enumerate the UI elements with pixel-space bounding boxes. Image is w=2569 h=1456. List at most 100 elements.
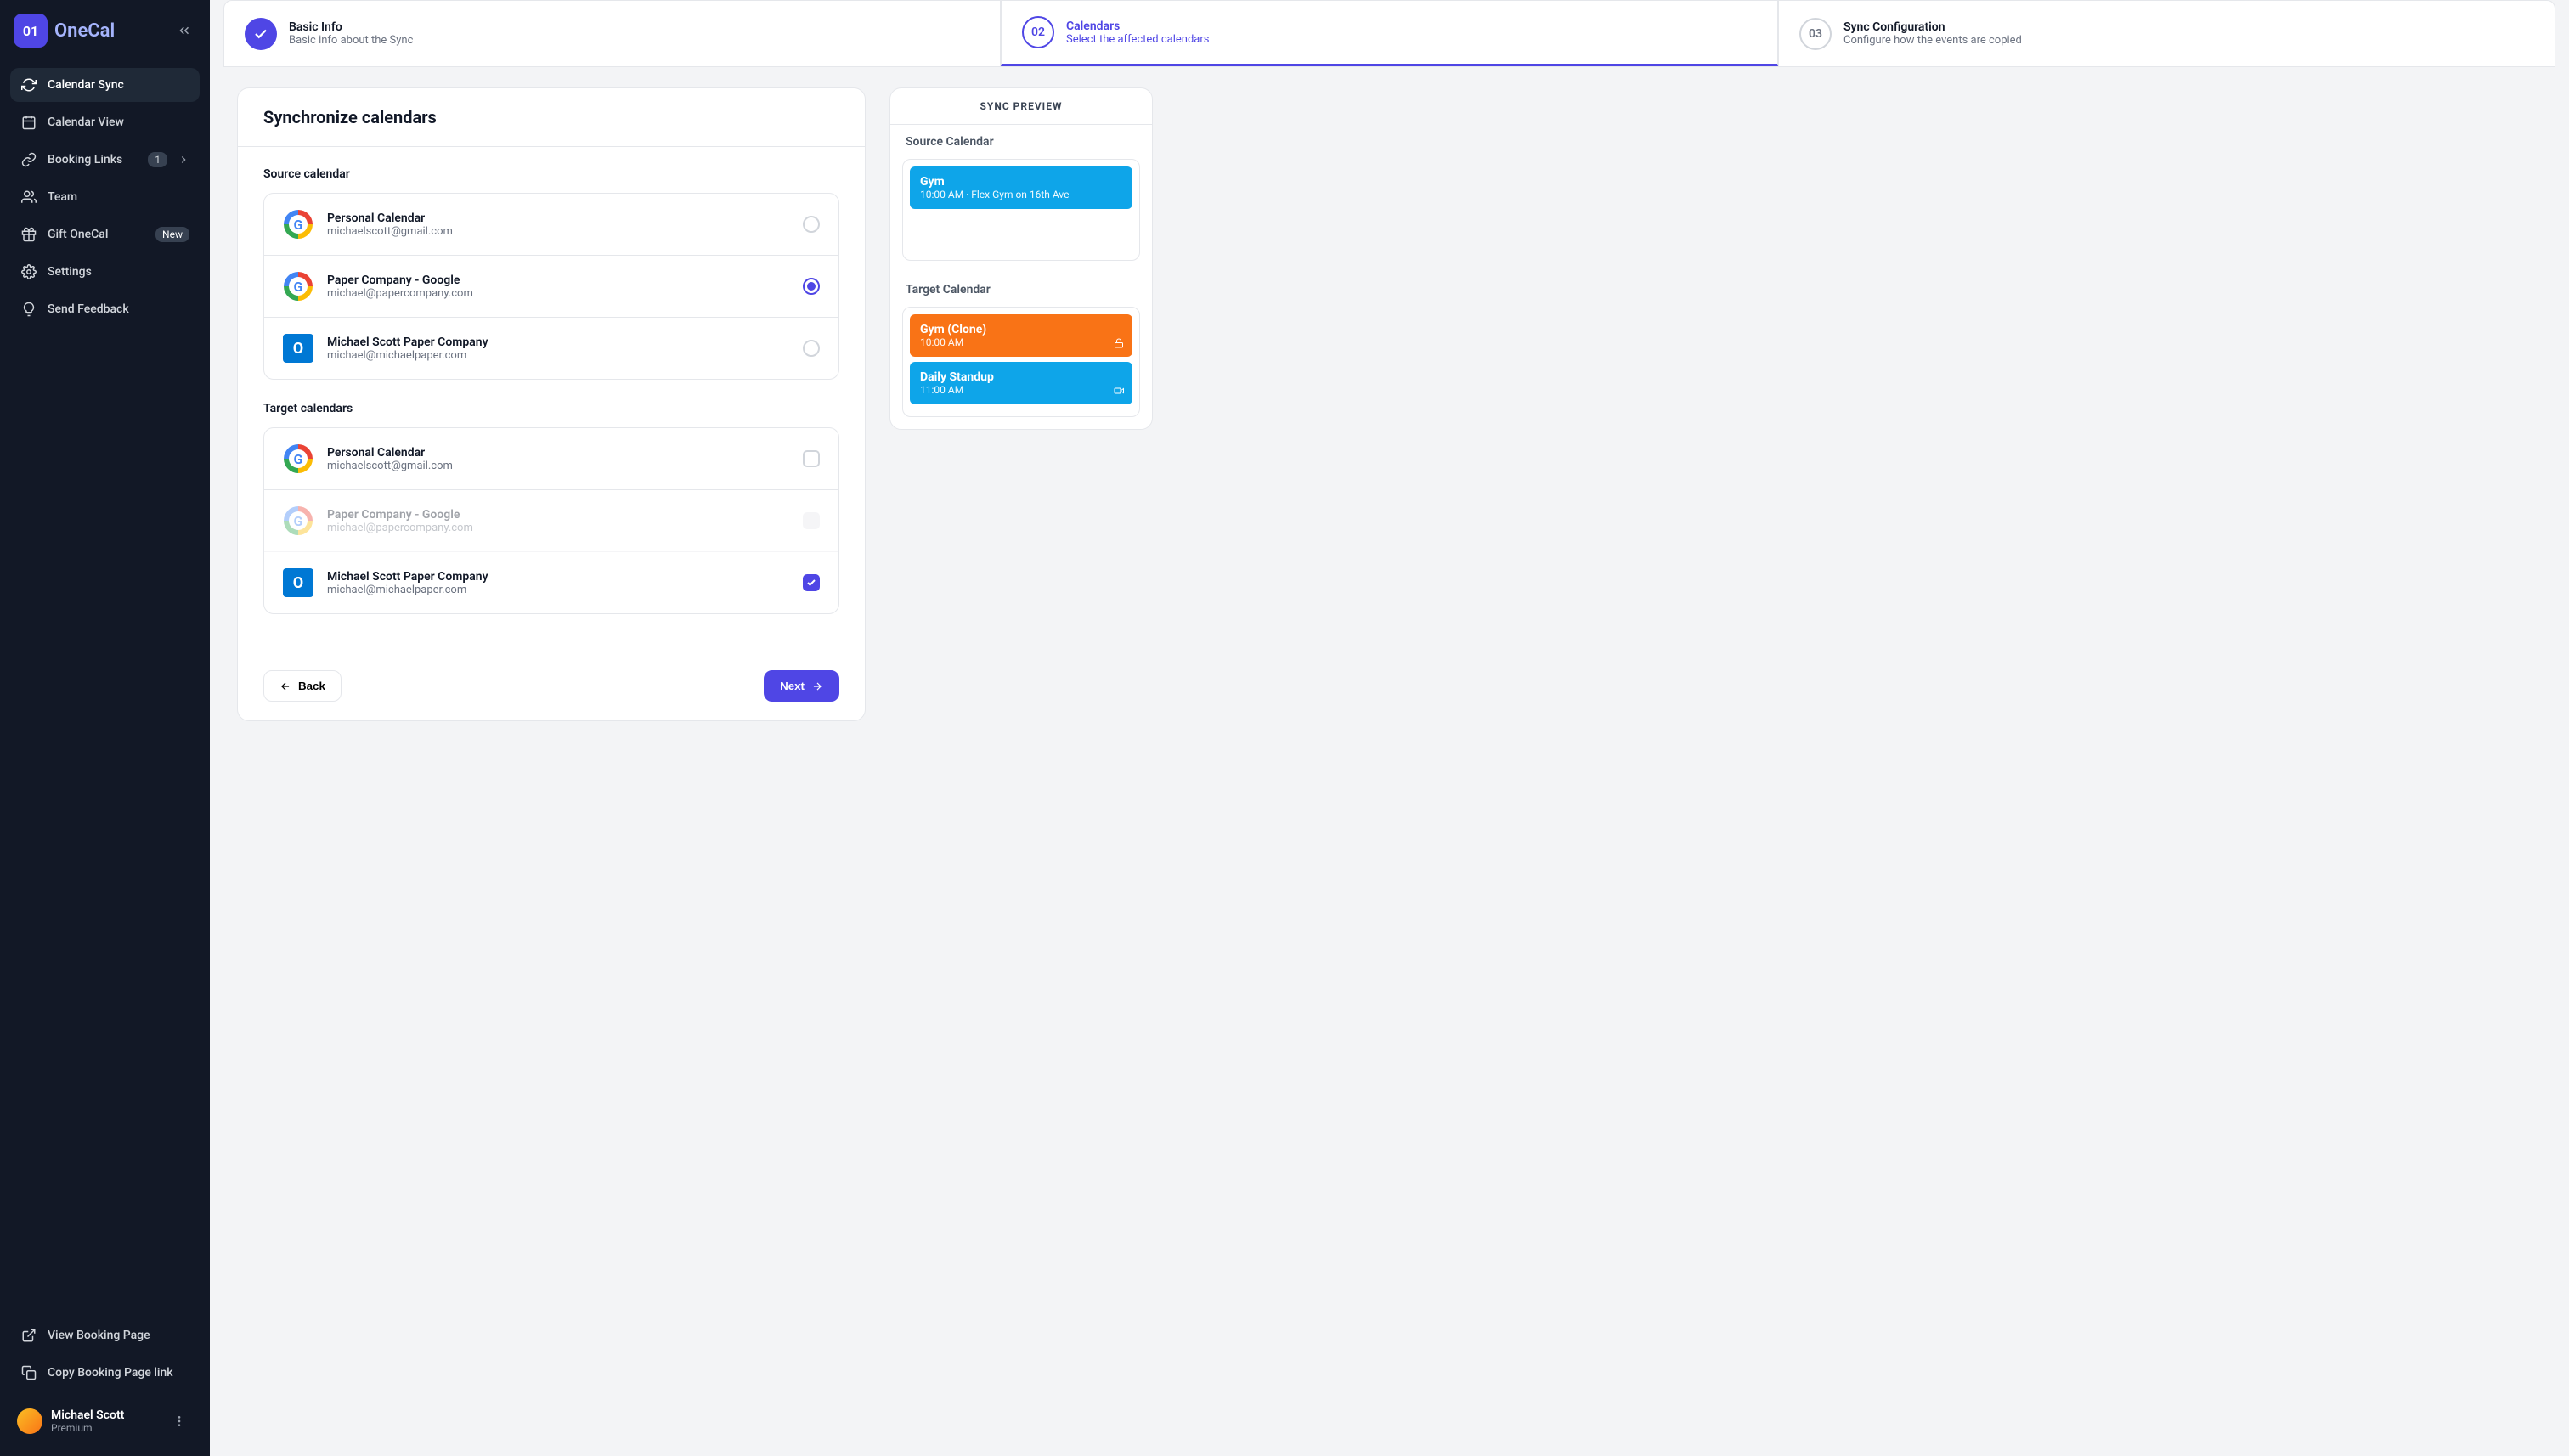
preview-header: SYNC PREVIEW bbox=[890, 88, 1152, 125]
calendar-name: Personal Calendar bbox=[327, 446, 789, 460]
preview-event: Gym 10:00 AM · Flex Gym on 16th Ave bbox=[910, 166, 1132, 209]
nav-label: Booking Links bbox=[48, 153, 138, 166]
event-subtitle: 10:00 AM bbox=[920, 336, 1122, 348]
nav-calendar-sync[interactable]: Calendar Sync bbox=[10, 68, 200, 102]
checkbox-checked[interactable] bbox=[803, 574, 820, 591]
step-desc: Basic info about the Sync bbox=[289, 34, 413, 47]
team-icon bbox=[20, 189, 37, 206]
step-desc: Select the affected calendars bbox=[1066, 33, 1209, 46]
calendar-name: Michael Scott Paper Company bbox=[327, 570, 789, 584]
nav-feedback[interactable]: Send Feedback bbox=[10, 292, 200, 326]
step-check-icon bbox=[245, 18, 277, 50]
step-title: Basic Info bbox=[289, 20, 413, 34]
copy-icon bbox=[20, 1364, 37, 1381]
nav-booking-links[interactable]: Booking Links 1 bbox=[10, 143, 200, 177]
calendar-name: Michael Scott Paper Company bbox=[327, 336, 789, 349]
nav-calendar-view[interactable]: Calendar View bbox=[10, 105, 200, 139]
gift-icon bbox=[20, 226, 37, 243]
calendar-icon bbox=[20, 114, 37, 131]
video-icon bbox=[1114, 386, 1124, 396]
source-calendar-option[interactable]: Paper Company - Google michael@papercomp… bbox=[264, 256, 838, 318]
step-title: Sync Configuration bbox=[1843, 20, 2022, 34]
main-content: Basic Info Basic info about the Sync 02 … bbox=[210, 0, 2569, 1456]
external-link-icon bbox=[20, 1327, 37, 1344]
calendar-email: michael@michaelpaper.com bbox=[327, 349, 789, 362]
event-subtitle: 10:00 AM · Flex Gym on 16th Ave bbox=[920, 189, 1122, 200]
target-calendar-option[interactable]: O Michael Scott Paper Company michael@mi… bbox=[264, 552, 838, 613]
synchronize-card: Synchronize calendars Source calendar Pe… bbox=[237, 87, 866, 721]
sidebar: 01 OneCal Calendar Sync Calendar View Bo… bbox=[0, 0, 210, 1456]
user-menu-button[interactable] bbox=[166, 1411, 193, 1431]
preview-target-box: Gym (Clone) 10:00 AM Daily Standup 11:00… bbox=[902, 307, 1140, 417]
nav-label: Calendar View bbox=[48, 116, 189, 129]
preview-source-label: Source Calendar bbox=[890, 125, 1152, 159]
step-calendars[interactable]: 02 Calendars Select the affected calenda… bbox=[1001, 0, 1778, 66]
calendar-name: Paper Company - Google bbox=[327, 508, 789, 522]
outlook-icon: O bbox=[283, 333, 313, 364]
user-name: Michael Scott bbox=[51, 1408, 124, 1422]
target-calendar-option-disabled: Paper Company - Google michael@papercomp… bbox=[264, 490, 838, 552]
nav-label: Send Feedback bbox=[48, 302, 189, 316]
calendar-name: Paper Company - Google bbox=[327, 274, 789, 287]
step-basic-info[interactable]: Basic Info Basic info about the Sync bbox=[223, 0, 1001, 66]
nav-label: Copy Booking Page link bbox=[48, 1366, 189, 1380]
nav-team[interactable]: Team bbox=[10, 180, 200, 214]
user-plan: Premium bbox=[51, 1422, 124, 1434]
calendar-email: michaelscott@gmail.com bbox=[327, 460, 789, 472]
avatar bbox=[17, 1408, 42, 1434]
next-label: Next bbox=[780, 680, 805, 692]
logo[interactable]: 01 OneCal bbox=[14, 14, 115, 48]
checkbox-disabled bbox=[803, 512, 820, 529]
preview-event: Gym (Clone) 10:00 AM bbox=[910, 314, 1132, 357]
lock-icon bbox=[1114, 338, 1124, 348]
calendar-name: Personal Calendar bbox=[327, 212, 789, 225]
next-button[interactable]: Next bbox=[764, 670, 839, 702]
booking-links-count-badge: 1 bbox=[148, 152, 167, 167]
google-icon bbox=[283, 271, 313, 302]
chevron-right-icon bbox=[178, 154, 189, 166]
nav-settings[interactable]: Settings bbox=[10, 255, 200, 289]
source-calendar-option[interactable]: Personal Calendar michaelscott@gmail.com bbox=[264, 194, 838, 256]
source-calendar-option[interactable]: O Michael Scott Paper Company michael@mi… bbox=[264, 318, 838, 379]
calendar-email: michael@papercompany.com bbox=[327, 522, 789, 534]
new-badge: New bbox=[155, 227, 189, 242]
radio-unselected[interactable] bbox=[803, 216, 820, 233]
gear-icon bbox=[20, 263, 37, 280]
radio-unselected[interactable] bbox=[803, 340, 820, 357]
collapse-sidebar-button[interactable] bbox=[172, 19, 196, 42]
outlook-icon: O bbox=[283, 567, 313, 598]
event-title: Daily Standup bbox=[920, 370, 1122, 384]
step-desc: Configure how the events are copied bbox=[1843, 34, 2022, 47]
preview-event: Daily Standup 11:00 AM bbox=[910, 362, 1132, 404]
nav-gift[interactable]: Gift OneCal New bbox=[10, 217, 200, 251]
preview-target-label: Target Calendar bbox=[890, 273, 1152, 307]
event-subtitle: 11:00 AM bbox=[920, 384, 1122, 396]
back-label: Back bbox=[298, 680, 325, 692]
nav-label: Calendar Sync bbox=[48, 78, 189, 92]
lightbulb-icon bbox=[20, 301, 37, 318]
step-number: 03 bbox=[1799, 18, 1832, 50]
radio-selected[interactable] bbox=[803, 278, 820, 295]
source-label: Source calendar bbox=[263, 167, 839, 181]
nav-copy-booking-link[interactable]: Copy Booking Page link bbox=[10, 1356, 200, 1390]
stepper: Basic Info Basic info about the Sync 02 … bbox=[223, 0, 2555, 67]
google-icon bbox=[283, 443, 313, 474]
nav-label: View Booking Page bbox=[48, 1329, 189, 1342]
calendar-email: michael@papercompany.com bbox=[327, 287, 789, 300]
google-icon bbox=[283, 209, 313, 240]
target-calendar-option[interactable]: Personal Calendar michaelscott@gmail.com bbox=[264, 428, 838, 490]
checkbox-unchecked[interactable] bbox=[803, 450, 820, 467]
nav-label: Team bbox=[48, 190, 189, 204]
link-icon bbox=[20, 151, 37, 168]
step-sync-config[interactable]: 03 Sync Configuration Configure how the … bbox=[1778, 0, 2555, 66]
event-title: Gym (Clone) bbox=[920, 323, 1122, 336]
nav-label: Settings bbox=[48, 265, 189, 279]
nav-view-booking-page[interactable]: View Booking Page bbox=[10, 1318, 200, 1352]
back-button[interactable]: Back bbox=[263, 670, 342, 702]
target-label: Target calendars bbox=[263, 402, 839, 415]
sync-icon bbox=[20, 76, 37, 93]
arrow-left-icon bbox=[279, 680, 291, 692]
target-calendar-list: Personal Calendar michaelscott@gmail.com… bbox=[263, 427, 839, 614]
preview-source-box: Gym 10:00 AM · Flex Gym on 16th Ave bbox=[902, 159, 1140, 261]
user-block: Michael Scott Premium bbox=[10, 1400, 200, 1442]
